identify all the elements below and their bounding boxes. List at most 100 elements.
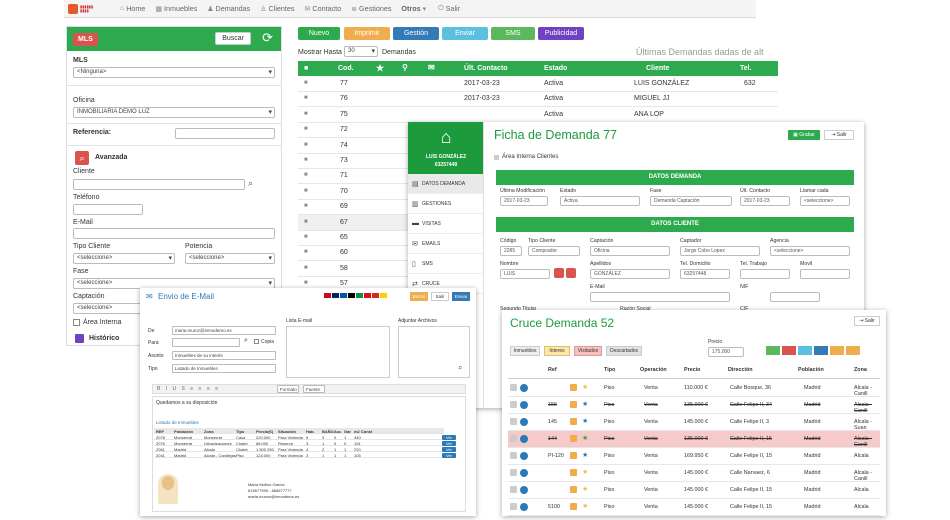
asunto-input[interactable]: Inmuebles de su interés <box>172 351 276 360</box>
side-emails[interactable]: ✉ EMAILS <box>408 234 483 254</box>
star-icon[interactable]: ★ <box>582 502 588 510</box>
flag-ca-icon[interactable] <box>380 293 387 298</box>
codigo-field[interactable]: 2285 <box>500 246 522 256</box>
search-advanced-icon[interactable]: ⌕ <box>75 151 89 165</box>
col-precio[interactable]: Precio <box>684 367 700 373</box>
row-checkbox[interactable]: ■ <box>304 265 308 271</box>
row-checkbox[interactable]: ■ <box>304 95 308 101</box>
area-interna-checkbox[interactable] <box>73 319 80 326</box>
para-input[interactable] <box>172 338 240 347</box>
col-operacion[interactable]: Operación <box>640 367 667 373</box>
view-icon[interactable] <box>520 435 528 443</box>
captacion-select[interactable]: Oficina <box>590 246 670 256</box>
ver-button[interactable]: Ver <box>442 434 457 440</box>
nav-salir[interactable]: ⏻ Salir <box>438 4 460 13</box>
row-checkbox[interactable] <box>510 418 517 425</box>
star-icon[interactable]: ★ <box>582 485 588 493</box>
llamar-select[interactable]: <seleccione> <box>800 196 850 206</box>
view-icon[interactable] <box>520 418 528 426</box>
cruce-row[interactable]: ★ Piso Venta 145.000 € Calle Narvaez, 6 Madri… <box>508 465 880 482</box>
select-all-icon[interactable]: ■ <box>304 65 308 72</box>
telefono-input[interactable] <box>73 204 143 215</box>
flag-pt-icon[interactable] <box>364 293 371 298</box>
nav-contacto[interactable]: ✉ Contacto <box>305 4 342 13</box>
cruce-row[interactable]: PI-120 ★ Piso Venta 169.950 € Calle Felipe II… <box>508 448 880 465</box>
enviar-button[interactable]: Enviar <box>442 27 488 40</box>
side-gestiones[interactable]: ▥ GESTIONES <box>408 194 483 214</box>
flag-es-icon[interactable] <box>324 293 331 298</box>
star-icon[interactable]: ★ <box>582 417 588 425</box>
row-checkbox[interactable] <box>510 401 517 408</box>
area-interna-checkbox[interactable] <box>494 155 499 160</box>
row-checkbox[interactable] <box>510 469 517 476</box>
ver-button[interactable]: Ver <box>442 446 457 452</box>
publicidad-button[interactable]: Publicidad <box>538 27 584 40</box>
potencia-select[interactable]: <seleccione> <box>185 253 275 264</box>
col-poblacion[interactable]: Población <box>798 367 824 373</box>
calendar-icon[interactable] <box>570 503 577 510</box>
row-checkbox[interactable]: ■ <box>304 172 308 178</box>
row-checkbox[interactable]: ■ <box>304 111 308 117</box>
format-icons[interactable]: B I U S ≡ ≡ ≡ ≡ <box>157 386 220 392</box>
row-checkbox[interactable]: ■ <box>304 126 308 132</box>
col-estado[interactable]: Estado <box>544 65 567 72</box>
tipo-select[interactable]: Listado de Inmuebles <box>172 364 276 373</box>
email-salir-button[interactable]: Salir <box>431 292 449 301</box>
tab-descartados[interactable]: Descartados <box>606 346 642 356</box>
copia-checkbox[interactable] <box>254 339 259 344</box>
col-tel[interactable]: Tel. <box>740 65 752 72</box>
row-checkbox[interactable]: ■ <box>304 249 308 255</box>
lista-email-box[interactable] <box>286 326 390 378</box>
cruce-row[interactable]: 5100 ★ Piso Venta 145.000 € Calle Felipe II, … <box>508 499 880 516</box>
tab-inmuebles[interactable]: Inmuebles <box>510 346 540 356</box>
estado-select[interactable]: Activa <box>560 196 640 206</box>
file-icon[interactable] <box>846 346 860 355</box>
gestion-button[interactable]: Gestión <box>393 27 439 40</box>
flag-de-icon[interactable] <box>348 293 355 298</box>
tab-interes[interactable]: Interes <box>544 346 570 356</box>
tel-trabajo-field[interactable] <box>740 269 790 279</box>
map-icon[interactable] <box>798 346 812 355</box>
calendar-icon[interactable] <box>570 469 577 476</box>
row-checkbox[interactable] <box>510 435 517 442</box>
row-checkbox[interactable]: ■ <box>304 80 308 86</box>
refresh-icon[interactable]: ⟳ <box>262 30 273 46</box>
star-icon[interactable]: ★ <box>582 434 588 442</box>
apellidos-field[interactable]: GONZÁLEZ <box>590 269 670 279</box>
avanzada-label[interactable]: Avanzada <box>95 154 127 161</box>
col-ref[interactable]: Ref <box>548 367 557 373</box>
row-checkbox[interactable]: ■ <box>304 219 308 225</box>
paperclip-icon[interactable]: ⌕ <box>458 363 462 373</box>
tipo-cliente-select[interactable]: Comprador <box>528 246 580 256</box>
cruce-row[interactable]: 145 ★ Piso Venta 145.000 € Calle Felipe II, 3… <box>508 414 880 431</box>
view-icon[interactable] <box>520 469 528 477</box>
cruce-row[interactable]: ★ Piso Venta 145.000 € Calle Felipe II, 15 Ma… <box>508 482 880 499</box>
nav-clientes[interactable]: ♙ Clientes <box>260 4 294 13</box>
editor-toolbar[interactable]: B I U S ≡ ≡ ≡ ≡ Formato Fuente <box>152 384 466 394</box>
col-cod[interactable]: Cod. <box>338 65 354 72</box>
cruce-row[interactable]: ★ Piso Venta 110.000 € Calle Bosque, 36 Madri… <box>508 380 880 397</box>
calendar-icon[interactable] <box>570 384 577 391</box>
language-flags[interactable] <box>324 293 404 300</box>
nav-home[interactable]: ⌂ Home <box>120 4 145 13</box>
ultima-mod-field[interactable]: 2017-03-23 <box>500 196 548 206</box>
borrar-button[interactable]: Borrar <box>410 292 428 301</box>
historico-label[interactable]: Histórico <box>89 335 119 342</box>
email-field[interactable] <box>590 292 730 302</box>
view-icon[interactable] <box>520 452 528 460</box>
cruce-row[interactable]: 144 ★ Piso Venta 135.000 € Calle Felipe II, 1… <box>508 431 880 448</box>
row-checkbox[interactable] <box>510 503 517 510</box>
camera-icon[interactable] <box>566 268 576 278</box>
view-icon[interactable] <box>520 401 528 409</box>
buscar-button[interactable]: Buscar <box>215 32 251 45</box>
nav-inmuebles[interactable]: ▦ Inmuebles <box>155 4 197 13</box>
row-checkbox[interactable]: ■ <box>304 280 308 286</box>
grabar-button[interactable]: ▣ Grabar <box>788 130 820 140</box>
fuente-select[interactable]: Fuente <box>303 385 325 393</box>
col-ultimo-contacto[interactable]: Últ. Contacto <box>464 65 508 72</box>
ult-contacto-field[interactable]: 2017-03-23 <box>740 196 790 206</box>
flag-en-icon[interactable] <box>332 293 339 298</box>
email-enviar-button[interactable]: Enviar <box>452 292 470 301</box>
like-icon[interactable] <box>766 346 780 355</box>
calendar-icon[interactable] <box>570 452 577 459</box>
